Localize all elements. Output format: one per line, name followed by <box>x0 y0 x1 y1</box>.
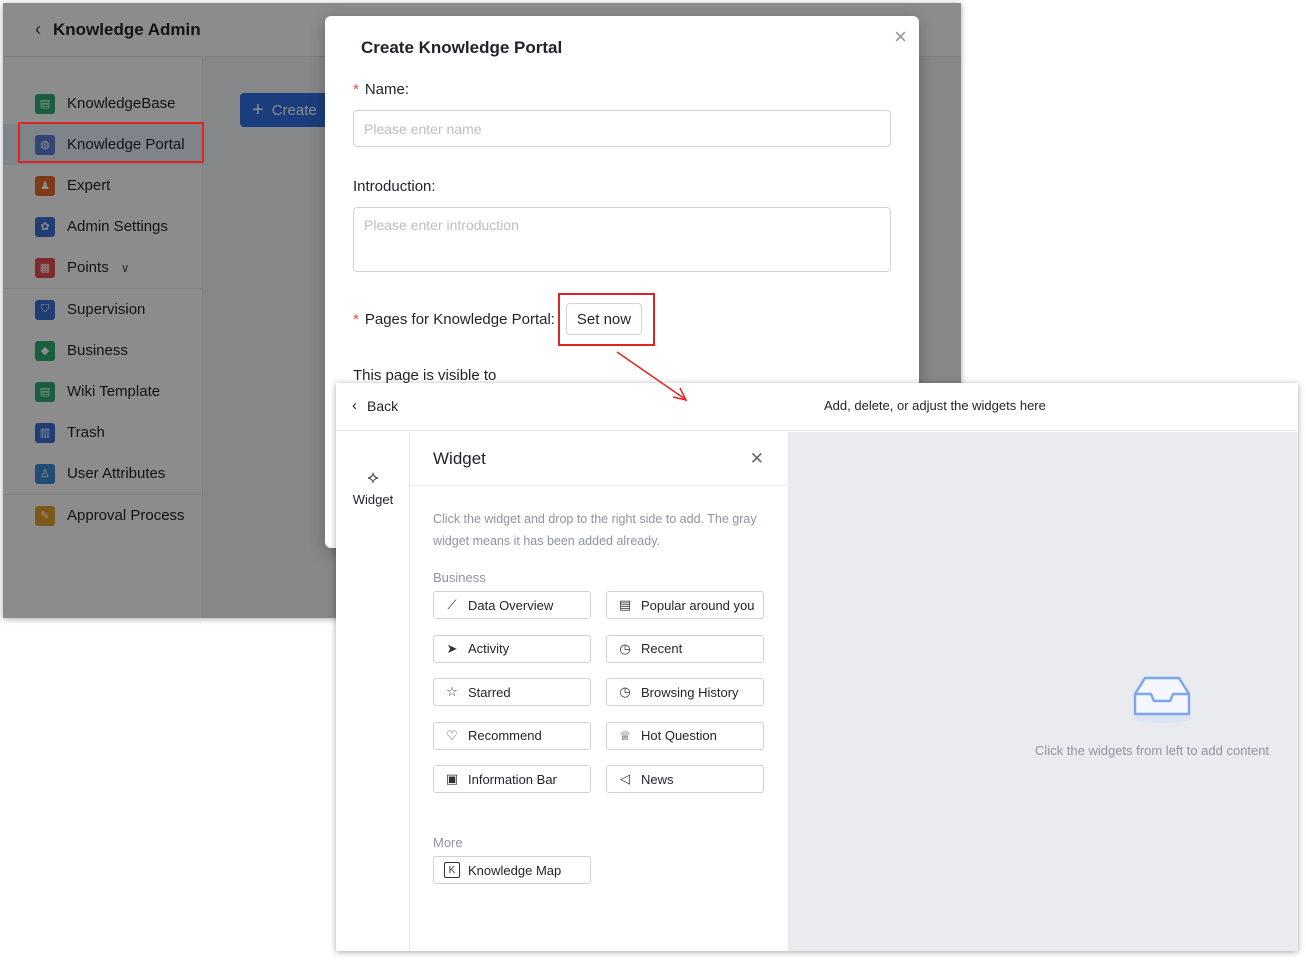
required-mark: * <box>353 311 359 328</box>
widget-group-label: Business <box>433 570 486 585</box>
widget-label: Starred <box>468 684 511 700</box>
k-box-icon: K <box>444 862 460 878</box>
back-label: Back <box>367 397 399 414</box>
widget-data-overview-button[interactable]: ⟋ Data Overview <box>433 591 591 619</box>
history-icon: ◷ <box>619 684 631 699</box>
clipboard-icon: ▣ <box>445 771 459 786</box>
widget-label: Browsing History <box>641 684 739 700</box>
name-label: * Name: <box>353 81 409 98</box>
modal-title: Create Knowledge Portal <box>361 38 563 57</box>
highlight-knowledge-portal <box>18 122 204 163</box>
required-mark: * <box>353 81 359 98</box>
widget-starred-button[interactable]: ☆ Starred <box>433 678 591 706</box>
widget-browsing-history-button[interactable]: ◷ Browsing History <box>606 678 764 706</box>
introduction-label: Introduction: <box>353 178 436 195</box>
empty-canvas-text: Click the widgets from left to add conte… <box>1035 743 1270 758</box>
rail-widget-tab[interactable]: ⟡ Widget <box>336 468 410 507</box>
widget-panel-title: Widget <box>433 449 486 468</box>
trophy-icon: ♕ <box>619 727 631 743</box>
widget-label: Knowledge Map <box>468 862 562 878</box>
editor-hint: Add, delete, or adjust the widgets here <box>824 398 1046 413</box>
widget-label: Data Overview <box>468 597 554 613</box>
widget-knowledge-map-button[interactable]: K Knowledge Map <box>433 856 591 884</box>
clock-icon: ◷ <box>619 640 631 656</box>
widget-label: Activity <box>468 641 510 656</box>
thumbs-up-icon: ♡ <box>446 727 458 743</box>
pages-label: * Pages for Knowledge Portal: <box>353 311 555 328</box>
screenshot-stage: ‹ Knowledge Admin ▤ KnowledgeBase ◍ Knowled… <box>0 0 1306 961</box>
widget-label: Popular around you <box>641 597 755 613</box>
widget-recent-button[interactable]: ◷ Recent <box>606 634 764 663</box>
widget-panel: Widget ✕ Click the widget and drop to th… <box>410 432 789 951</box>
popular-doc-icon: ▤ <box>618 597 632 612</box>
close-icon[interactable]: × <box>894 24 907 50</box>
widget-label: Information Bar <box>468 771 557 787</box>
empty-inbox-icon <box>1132 676 1192 723</box>
editor-rail: ⟡ Widget <box>336 432 410 951</box>
name-input[interactable] <box>353 110 891 147</box>
widget-activity-button[interactable]: ➤ Activity <box>433 634 591 663</box>
close-icon[interactable]: ✕ <box>750 449 764 469</box>
widget-icon: ⟡ <box>367 468 379 487</box>
widget-label: Recommend <box>468 728 542 743</box>
introduction-input[interactable] <box>353 207 891 272</box>
widget-recommend-button[interactable]: ♡ Recommend <box>433 721 591 750</box>
widget-editor-window: ‹ Back Add, delete, or adjust the widget… <box>336 383 1298 951</box>
widget-popular-around-you-button[interactable]: ▤ Popular around you <box>606 591 764 619</box>
editor-topbar: ‹ Back Add, delete, or adjust the widget… <box>336 383 1298 431</box>
visible-label: This page is visible to <box>353 367 497 384</box>
widget-canvas[interactable]: Click the widgets from left to add conte… <box>789 432 1298 951</box>
widget-news-button[interactable]: ◁ News <box>606 765 764 793</box>
send-icon: ➤ <box>446 640 458 656</box>
highlight-set-now <box>558 293 655 346</box>
widget-information-bar-button[interactable]: ▣ Information Bar <box>433 765 591 793</box>
widget-hot-question-button[interactable]: ♕ Hot Question <box>606 721 764 750</box>
chart-line-icon: ⟋ <box>447 597 457 612</box>
chevron-left-icon: ‹ <box>352 397 357 414</box>
back-button[interactable]: ‹ Back <box>352 397 398 414</box>
pages-label-text: Pages for Knowledge Portal: <box>364 311 555 328</box>
rail-widget-label: Widget <box>352 492 394 507</box>
widget-label: Recent <box>641 641 683 656</box>
widget-panel-header: Widget ✕ <box>410 432 788 486</box>
star-icon: ☆ <box>446 684 458 699</box>
widget-label: News <box>641 771 674 787</box>
speaker-icon: ◁ <box>620 771 630 786</box>
widget-label: Hot Question <box>641 728 717 743</box>
widget-panel-description: Click the widget and drop to the right s… <box>433 512 757 548</box>
name-label-text: Name: <box>364 81 410 98</box>
widget-group-label: More <box>433 835 463 850</box>
